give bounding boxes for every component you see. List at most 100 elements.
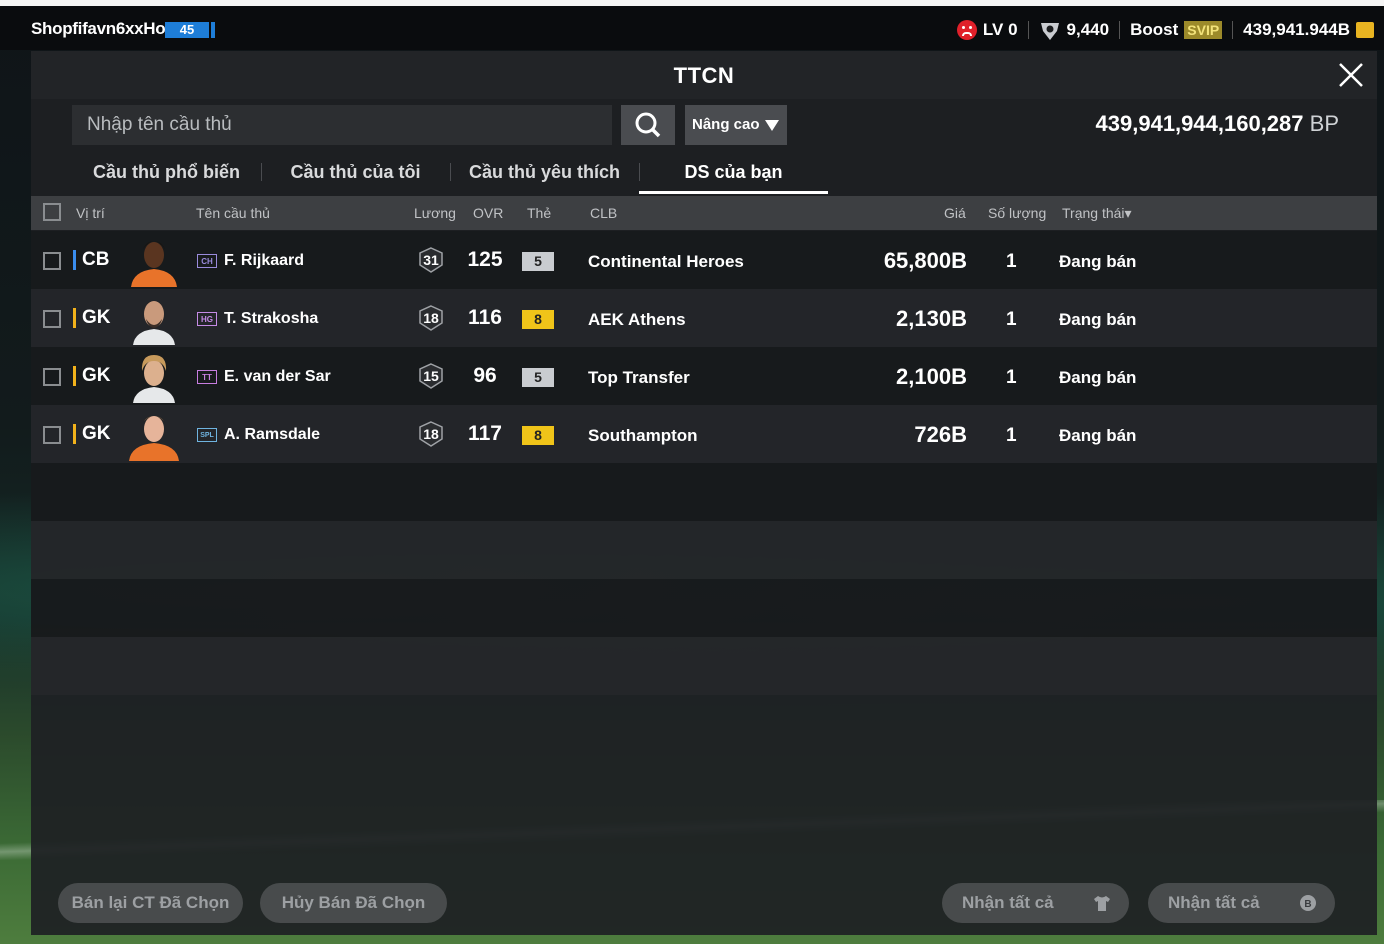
- collect-all-label: Nhận tất cả: [1168, 893, 1260, 912]
- player-avatar: [129, 416, 179, 461]
- player-position: CB: [73, 250, 109, 270]
- lv-label: LV 0: [982, 20, 1018, 39]
- season-badge: CH: [197, 254, 217, 268]
- coin-icon: [1356, 22, 1374, 38]
- listing-status: Đang bán: [1059, 426, 1137, 445]
- divider: [1232, 21, 1234, 39]
- trophy-group[interactable]: 9,440: [1039, 19, 1110, 41]
- season-badge: TT: [197, 370, 217, 384]
- shield-trophy-icon: [1040, 23, 1059, 40]
- player-ovr: 117: [468, 422, 502, 445]
- search-button[interactable]: [621, 105, 675, 145]
- player-quantity: 1: [1006, 251, 1017, 272]
- balance-group[interactable]: 439,941.944B: [1243, 20, 1374, 40]
- cancel-sale-selected-button[interactable]: Hủy Bán Đã Chọn: [260, 883, 447, 923]
- player-name[interactable]: T. Strakosha: [224, 310, 318, 328]
- boost-label: Boost: [1130, 20, 1179, 39]
- username: Shopfifavn6xxHol: [31, 19, 170, 38]
- status-right-group: LV 0 9,440 Boost SVIP 439,941.944B: [956, 17, 1374, 43]
- tab-favorite-players[interactable]: Cầu thủ yêu thích: [450, 151, 639, 191]
- card-grade: 5: [522, 368, 554, 387]
- resell-selected-button[interactable]: Bán lại CT Đã Chọn: [58, 883, 243, 923]
- table-header: Vị trí Tên cầu thủ Lương OVR Thẻ CLB Giá…: [31, 196, 1377, 230]
- advanced-filter-dropdown[interactable]: Nâng cao: [685, 105, 787, 145]
- player-name[interactable]: F. Rijkaard: [224, 252, 304, 270]
- player-avatar: [131, 241, 177, 287]
- player-name[interactable]: E. van der Sar: [224, 368, 331, 386]
- collect-all-players-button[interactable]: Nhận tất cả: [942, 883, 1129, 923]
- player-club: AEK Athens: [588, 310, 686, 329]
- transfer-market-panel: TTCN Nhập tên cầu thủ Nâng cao 439,941,9…: [31, 51, 1377, 935]
- col-price[interactable]: Giá: [944, 205, 966, 221]
- bp-balance: 439,941,944,160,287 BP: [1096, 111, 1339, 137]
- divider: [1027, 21, 1029, 39]
- balance-value: 439,941.944B: [1243, 20, 1350, 39]
- empty-row: [31, 463, 1377, 521]
- player-price: 65,800B: [883, 248, 967, 273]
- table-row[interactable]: CB CH F. Rijkaard 31 125 5 Continental H…: [31, 231, 1377, 289]
- player-name[interactable]: A. Ramsdale: [224, 426, 320, 444]
- top-status-bar: Shopfifavn6xxHol 45 LV 0 9,440 Boost SVI…: [0, 0, 1384, 50]
- player-position: GK: [73, 366, 111, 386]
- card-grade: 8: [522, 310, 554, 329]
- player-ovr: 116: [468, 306, 502, 329]
- close-icon[interactable]: [1337, 61, 1365, 89]
- player-price: 2,130B: [896, 306, 967, 331]
- trophy-value: 9,440: [1066, 20, 1110, 39]
- select-all-checkbox[interactable]: [43, 203, 61, 221]
- player-salary: 15: [423, 368, 439, 384]
- sad-face-icon: [956, 20, 977, 40]
- search-icon: [635, 112, 661, 138]
- empty-row: [31, 579, 1377, 637]
- table-row[interactable]: GK SPL A. Ramsdale 18 117 8 Southampton …: [31, 405, 1377, 463]
- listing-status: Đang bán: [1059, 252, 1137, 271]
- player-quantity: 1: [1006, 425, 1017, 446]
- bp-amount: 439,941,944,160,287: [1095, 111, 1304, 136]
- card-grade: 5: [522, 252, 554, 271]
- tab-my-players[interactable]: Cầu thủ của tôi: [261, 151, 450, 191]
- table-row[interactable]: GK TT E. van der Sar 15 96 5 Top Transfe…: [31, 347, 1377, 405]
- svg-text:B: B: [1304, 899, 1311, 910]
- bp-coin-icon: B: [1300, 895, 1316, 911]
- season-badge: SPL: [197, 428, 217, 442]
- tab-bar: Cầu thủ phổ biến Cầu thủ của tôi Cầu thủ…: [72, 151, 828, 194]
- player-position: GK: [73, 424, 111, 444]
- player-avatar: [133, 301, 175, 345]
- card-grade: 8: [522, 426, 554, 445]
- col-card[interactable]: Thẻ: [527, 205, 551, 221]
- player-quantity: 1: [1006, 309, 1017, 330]
- col-name[interactable]: Tên cầu thủ: [196, 205, 270, 221]
- tab-your-listings[interactable]: DS của bạn: [639, 151, 828, 194]
- col-salary[interactable]: Lương: [414, 205, 456, 221]
- player-avatar: [133, 355, 175, 403]
- row-checkbox[interactable]: [43, 310, 61, 328]
- row-checkbox[interactable]: [43, 426, 61, 444]
- listing-status: Đang bán: [1059, 310, 1137, 329]
- panel-header: TTCN: [31, 51, 1377, 99]
- empty-row: [31, 637, 1377, 695]
- player-ovr: 125: [467, 248, 503, 271]
- lv-group[interactable]: LV 0: [956, 20, 1018, 40]
- player-salary: 31: [423, 252, 439, 268]
- listing-status: Đang bán: [1059, 368, 1137, 387]
- top-edge-strip: [0, 0, 1384, 6]
- player-price: 2,100B: [896, 364, 967, 389]
- player-search-input[interactable]: Nhập tên cầu thủ: [72, 105, 612, 145]
- collect-all-bp-button[interactable]: Nhận tất cả B: [1148, 883, 1335, 923]
- table-row[interactable]: GK HG T. Strakosha 18 116 8 AEK Athens 2…: [31, 289, 1377, 347]
- col-ovr[interactable]: OVR: [473, 205, 503, 221]
- player-price: 726B: [914, 422, 967, 447]
- player-salary: 18: [423, 426, 439, 442]
- svip-badge: SVIP: [1184, 21, 1223, 39]
- tab-popular-players[interactable]: Cầu thủ phổ biến: [72, 151, 261, 191]
- row-checkbox[interactable]: [43, 368, 61, 386]
- caret-down-icon: [765, 120, 779, 131]
- col-position[interactable]: Vị trí: [76, 205, 105, 221]
- player-club: Southampton: [588, 426, 698, 445]
- boost-group[interactable]: Boost SVIP: [1130, 20, 1223, 40]
- col-quantity[interactable]: Số lượng: [988, 205, 1046, 221]
- col-club[interactable]: CLB: [590, 205, 617, 221]
- season-badge: HG: [197, 312, 217, 326]
- col-status[interactable]: Trạng thái▾: [1062, 205, 1132, 222]
- row-checkbox[interactable]: [43, 252, 61, 270]
